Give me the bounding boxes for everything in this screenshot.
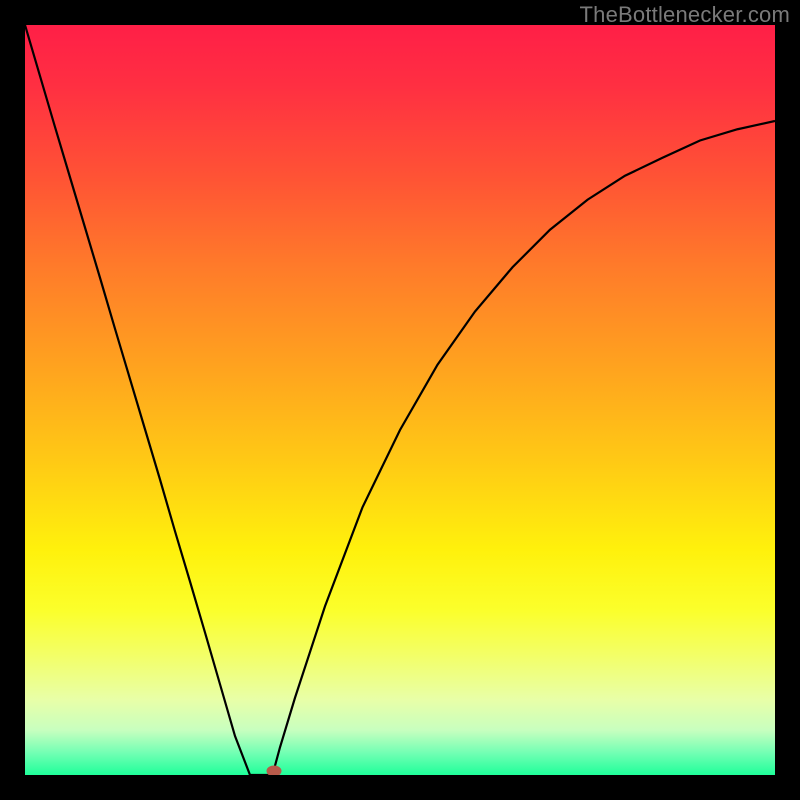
chart-outer-frame: TheBottlenecker.com (0, 0, 800, 800)
optimal-point-marker (267, 766, 281, 775)
bottleneck-curve (25, 25, 775, 775)
curve-path (25, 25, 775, 775)
plot-area (25, 25, 775, 775)
